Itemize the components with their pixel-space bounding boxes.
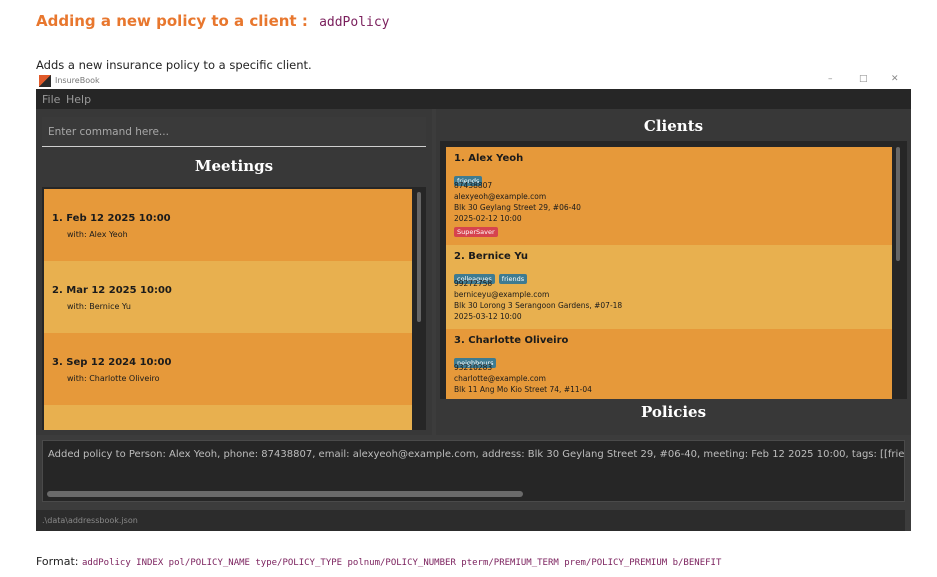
meeting-card[interactable]: 2. Mar 12 2025 10:00 with: Bernice Yu xyxy=(44,261,412,333)
client-phone: 93210283 xyxy=(454,363,493,372)
meeting-card[interactable]: 1. Feb 12 2025 10:00 with: Alex Yeoh xyxy=(44,189,412,261)
section-heading-code: addPolicy xyxy=(319,15,390,30)
meetings-title: Meetings xyxy=(194,157,274,175)
data-file-path: .\data\addressbook.json xyxy=(42,516,138,525)
result-scrollbar[interactable] xyxy=(47,491,523,497)
client-name: 3. Charlotte Oliveiro xyxy=(454,335,569,346)
meetings-scrollbar[interactable] xyxy=(417,192,421,322)
meeting-with: with: Bernice Yu xyxy=(67,302,131,311)
close-icon[interactable]: ✕ xyxy=(891,74,899,84)
maximize-icon[interactable]: □ xyxy=(859,74,868,84)
client-address: Blk 30 Lorong 3 Serangoon Gardens, #07-1… xyxy=(454,301,623,310)
client-meeting: 2025-03-12 10:00 xyxy=(454,312,522,321)
result-text: Added policy to Person: Alex Yeoh, phone… xyxy=(48,449,905,460)
app-window: InsureBook – □ ✕ File Help Meetings 1. F… xyxy=(36,73,911,531)
client-card[interactable]: 1. Alex Yeoh friends 87438807 alexyeoh@e… xyxy=(446,147,892,245)
right-panel: Clients 1. Alex Yeoh friends 87438807 al… xyxy=(436,109,911,435)
client-email: charlotte@example.com xyxy=(454,374,546,383)
command-input[interactable] xyxy=(42,117,426,146)
client-phone: 99272758 xyxy=(454,279,493,288)
client-address: Blk 30 Geylang Street 29, #06-40 xyxy=(454,203,581,212)
status-bar: .\data\addressbook.json xyxy=(36,510,911,531)
section-heading: Adding a new policy to a client : addPol… xyxy=(36,12,390,30)
meeting-title: 2. Mar 12 2025 10:00 xyxy=(52,285,172,296)
meeting-with: with: Charlotte Oliveiro xyxy=(67,374,160,383)
meeting-title: 1. Feb 12 2025 10:00 xyxy=(52,213,171,224)
client-email: alexyeoh@example.com xyxy=(454,192,547,201)
client-address: Blk 11 Ang Mo Kio Street 74, #11-04 xyxy=(454,385,592,394)
client-card[interactable]: 2. Bernice Yu colleagues friends 99272758… xyxy=(446,245,892,329)
client-name: 2. Bernice Yu xyxy=(454,251,528,262)
tag-badge: friends xyxy=(498,274,528,284)
policy-badge: SuperSaver xyxy=(454,227,498,237)
meetings-list[interactable]: 1. Feb 12 2025 10:00 with: Alex Yeoh 2. … xyxy=(42,187,426,430)
menu-help[interactable]: Help xyxy=(66,93,91,106)
status-bar-inner: .\data\addressbook.json xyxy=(36,510,905,531)
app-logo-icon xyxy=(39,75,51,87)
format-line: Format: addPolicy INDEX pol/POLICY_NAME … xyxy=(36,555,721,568)
format-label: Format: xyxy=(36,555,79,568)
title-bar: InsureBook – □ ✕ xyxy=(36,73,911,89)
client-name: 1. Alex Yeoh xyxy=(454,153,524,164)
meeting-card[interactable]: 3. Sep 12 2024 10:00 with: Charlotte Oli… xyxy=(44,333,412,405)
command-box xyxy=(42,117,426,147)
format-code: addPolicy INDEX pol/POLICY_NAME type/POL… xyxy=(81,558,722,568)
client-meeting: 2025-02-12 10:00 xyxy=(454,214,522,223)
left-panel: Meetings 1. Feb 12 2025 10:00 with: Alex… xyxy=(36,109,432,435)
client-email: berniceyu@example.com xyxy=(454,290,550,299)
result-display: Added policy to Person: Alex Yeoh, phone… xyxy=(42,440,905,502)
menu-bar: File Help xyxy=(36,89,911,109)
client-phone: 87438807 xyxy=(454,181,493,190)
meeting-title: 3. Sep 12 2024 10:00 xyxy=(52,357,172,368)
section-description: Adds a new insurance policy to a specifi… xyxy=(36,58,312,72)
clients-scrollbar[interactable] xyxy=(896,147,900,261)
clients-title: Clients xyxy=(643,117,704,135)
meeting-with: with: Alex Yeoh xyxy=(67,230,128,239)
client-card[interactable]: 3. Charlotte Oliveiro neighbours 9321028… xyxy=(446,329,892,399)
policies-title: Policies xyxy=(640,403,707,421)
menu-file[interactable]: File xyxy=(42,93,60,106)
section-heading-text: Adding a new policy to a client : xyxy=(36,12,308,30)
clients-list[interactable]: 1. Alex Yeoh friends 87438807 alexyeoh@e… xyxy=(440,141,907,399)
meeting-card[interactable] xyxy=(44,405,412,430)
minimize-icon[interactable]: – xyxy=(828,74,833,84)
window-title: InsureBook xyxy=(55,76,100,85)
